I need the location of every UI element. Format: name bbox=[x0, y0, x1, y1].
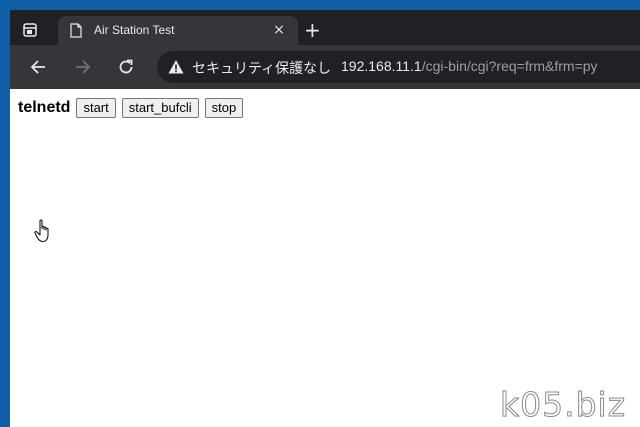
stop-button[interactable]: stop bbox=[204, 98, 244, 118]
forward-button[interactable] bbox=[71, 55, 95, 79]
tab-strip: Air Station Test × + bbox=[10, 10, 640, 45]
reload-button[interactable] bbox=[114, 55, 138, 79]
tab-actions-icon[interactable] bbox=[22, 22, 38, 38]
url-path: /cgi-bin/cgi?req=frm&frm=py bbox=[421, 58, 598, 74]
close-icon[interactable]: × bbox=[272, 23, 286, 37]
address-bar[interactable]: セキュリティ保護なし 192.168.11.1/cgi-bin/cgi?req=… bbox=[157, 51, 640, 83]
watermark: k05.biz bbox=[499, 385, 627, 425]
start-button[interactable]: start bbox=[76, 98, 116, 118]
page-icon bbox=[70, 23, 82, 38]
back-button[interactable] bbox=[26, 55, 50, 79]
url-host: 192.168.11.1 bbox=[341, 58, 422, 74]
start-bufcli-button[interactable]: start_bufcli bbox=[121, 98, 199, 118]
new-tab-icon[interactable]: + bbox=[304, 20, 321, 40]
page-heading: telnetd bbox=[18, 99, 71, 116]
telnetd-controls: telnetd start start_bufcli stop bbox=[18, 98, 249, 118]
arrow-left-icon bbox=[30, 60, 45, 74]
security-status[interactable]: セキュリティ保護なし bbox=[192, 58, 331, 78]
hand-cursor-icon bbox=[34, 219, 49, 242]
warning-icon[interactable] bbox=[168, 59, 184, 75]
browser-toolbar: セキュリティ保護なし 192.168.11.1/cgi-bin/cgi?req=… bbox=[10, 45, 640, 89]
reload-icon bbox=[119, 59, 133, 74]
page-content: telnetd start start_bufcli stop k05.biz bbox=[10, 89, 640, 427]
arrow-right-icon bbox=[76, 60, 91, 74]
browser-window: Air Station Test × + セキュリティ保護なし 192.168.… bbox=[10, 10, 640, 427]
tab-air-station-test[interactable]: Air Station Test × bbox=[58, 16, 298, 45]
tab-title: Air Station Test bbox=[94, 23, 175, 37]
url-text[interactable]: 192.168.11.1/cgi-bin/cgi?req=frm&frm=py bbox=[341, 58, 598, 74]
